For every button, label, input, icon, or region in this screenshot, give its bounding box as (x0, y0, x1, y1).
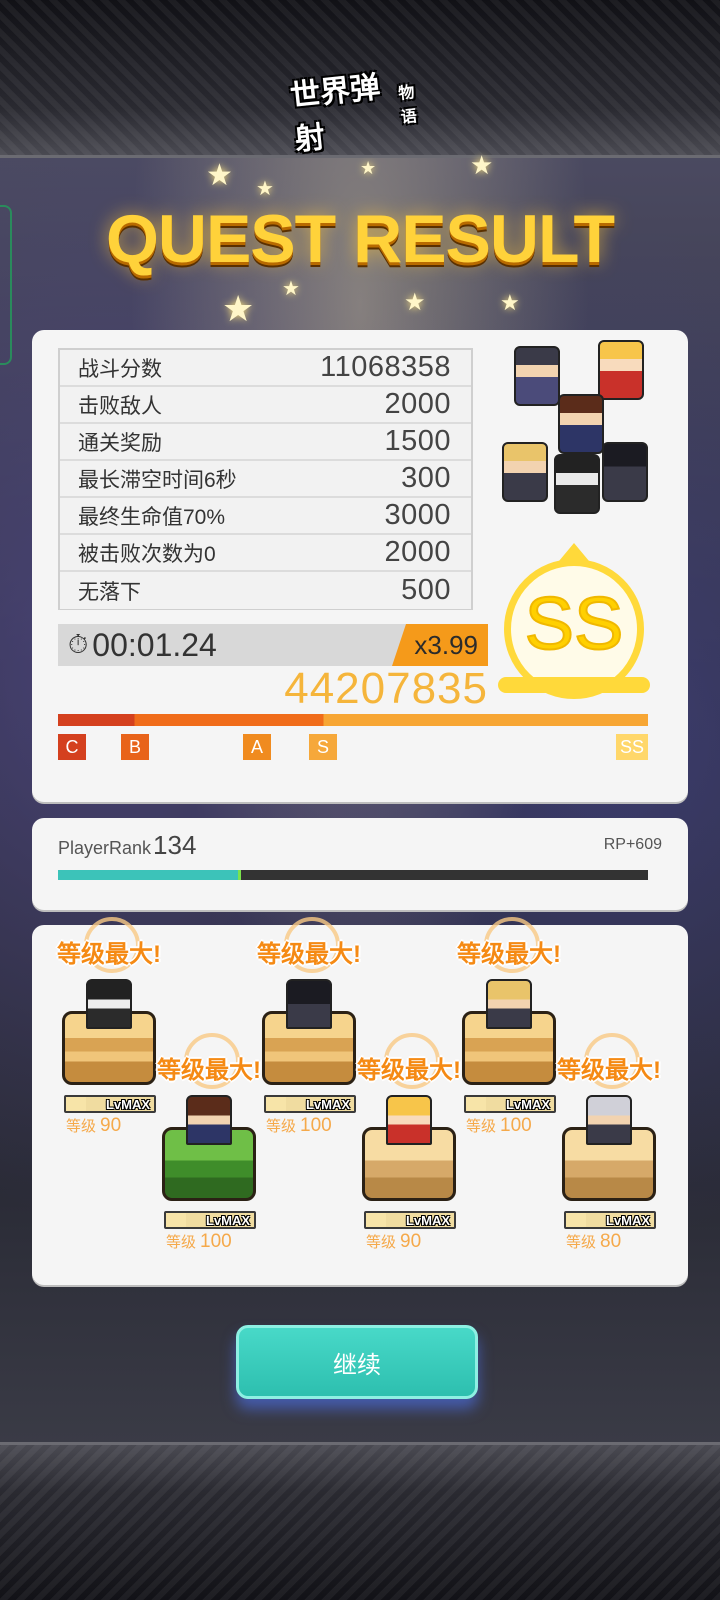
player-rank-card: PlayerRank 134 RP+609 (32, 818, 688, 910)
unit-level: 等级 100 (266, 1115, 332, 1136)
star-icon: ★ (500, 290, 520, 315)
unit-character-sprite (586, 1095, 632, 1145)
lvmax-badge: LvMAX (264, 1095, 356, 1113)
unit-level: 等级 100 (166, 1231, 232, 1252)
star-icon: ★ (360, 158, 377, 178)
game-logo: 世界弹射 物语 (288, 70, 418, 157)
level-max-badge: 等级 最大! (554, 1033, 664, 1089)
unit-slot: 等级 最大! LvMAX 等级 100 (154, 1033, 264, 1252)
party-character-sprite (558, 394, 604, 454)
rank-progress-bar (58, 870, 648, 880)
unit-character-sprite (286, 979, 332, 1029)
party-character-sprite (514, 346, 560, 406)
score-row: 通关奖励 1500 (60, 424, 471, 461)
level-max-badge: 等级 最大! (154, 1033, 264, 1089)
grade-marker-c: C (58, 734, 86, 760)
rank-progress-fill (58, 870, 241, 880)
total-score: 44207835 (284, 664, 488, 713)
grade-gauge (58, 714, 648, 726)
party-level-card: 等级 最大! LvMAX 等级 90 等级 最大! LvMAX 等级 100 等级 最大!… (32, 917, 688, 1285)
level-max-badge: 等级 最大! (54, 917, 164, 973)
unit-character-sprite (486, 979, 532, 1029)
unit-slot: 等级 最大! LvMAX 等级 90 (354, 1033, 464, 1252)
unit-level: 等级 90 (366, 1231, 422, 1252)
unit-slot: 等级 最大! LvMAX 等级 80 (554, 1033, 664, 1252)
page-title: QUEST RESULT (105, 201, 615, 277)
grade-marker-ss: SS (616, 734, 649, 760)
level-max-badge: 等级 最大! (454, 917, 564, 973)
star-icon: ★ (470, 150, 494, 180)
lvmax-badge: LvMAX (564, 1211, 656, 1229)
grade-marker-b: B (121, 734, 149, 760)
stopwatch-icon: ⏱ (68, 629, 89, 659)
player-rank-value: 134 (153, 830, 197, 860)
star-icon: ★ (282, 278, 300, 300)
player-rank-label: PlayerRank (58, 838, 152, 858)
score-row: 无落下 500 (60, 572, 471, 609)
score-multiplier: x3.99 (392, 624, 488, 666)
grade-marker-s: S (309, 734, 337, 760)
rank-emblem: SS (498, 535, 650, 699)
unit-character-sprite (186, 1095, 232, 1145)
lvmax-badge: LvMAX (464, 1095, 556, 1113)
unit-level: 等级 100 (466, 1115, 532, 1136)
clear-time: 00:01.24 (92, 626, 217, 663)
star-icon: ★ (256, 178, 274, 200)
unit-level: 等级 80 (566, 1231, 622, 1252)
rank-letter: SS (524, 581, 625, 666)
star-icon: ★ (222, 288, 255, 329)
grade-marker-a: A (243, 734, 271, 760)
score-card: 战斗分数 11068358 击败敌人 2000 通关奖励 1500 最长滞空时间… (32, 330, 688, 802)
star-icon: ★ (404, 289, 426, 316)
lvmax-badge: LvMAX (64, 1095, 156, 1113)
score-breakdown-table: 战斗分数 11068358 击败敌人 2000 通关奖励 1500 最长滞空时间… (58, 348, 473, 610)
level-max-badge: 等级 最大! (254, 917, 364, 973)
score-row: 战斗分数 11068358 (60, 350, 471, 387)
lvmax-badge: LvMAX (164, 1211, 256, 1229)
top-bar: 世界弹射 物语 (0, 0, 720, 158)
unit-slot: 等级 最大! LvMAX 等级 100 (254, 917, 364, 1136)
star-icon: ★ (206, 159, 233, 192)
unit-slot: 等级 最大! LvMAX 等级 90 (54, 917, 164, 1136)
party-character-sprite (602, 442, 648, 502)
unit-character-sprite (86, 979, 132, 1029)
score-row: 被击败次数为0 2000 (60, 535, 471, 572)
grade-gauge-fill (58, 714, 648, 726)
clear-time-bar: ⏱ 00:01.24 x3.99 (58, 624, 488, 666)
continue-button[interactable]: 继续 (236, 1325, 478, 1399)
rp-gain: RP+609 (603, 836, 662, 853)
lvmax-badge: LvMAX (364, 1211, 456, 1229)
party-sprites (494, 340, 674, 525)
score-row: 击败敌人 2000 (60, 387, 471, 424)
unit-slot: 等级 最大! LvMAX 等级 100 (454, 917, 564, 1136)
level-max-badge: 等级 最大! (354, 1033, 464, 1089)
party-character-sprite (598, 340, 644, 400)
score-row: 最终生命值70% 3000 (60, 498, 471, 535)
unit-character-sprite (386, 1095, 432, 1145)
party-character-sprite (502, 442, 548, 502)
unit-level: 等级 90 (66, 1115, 122, 1136)
party-character-sprite (554, 454, 600, 514)
score-row: 最长滞空时间6秒 300 (60, 461, 471, 498)
bottom-bar (0, 1442, 720, 1600)
